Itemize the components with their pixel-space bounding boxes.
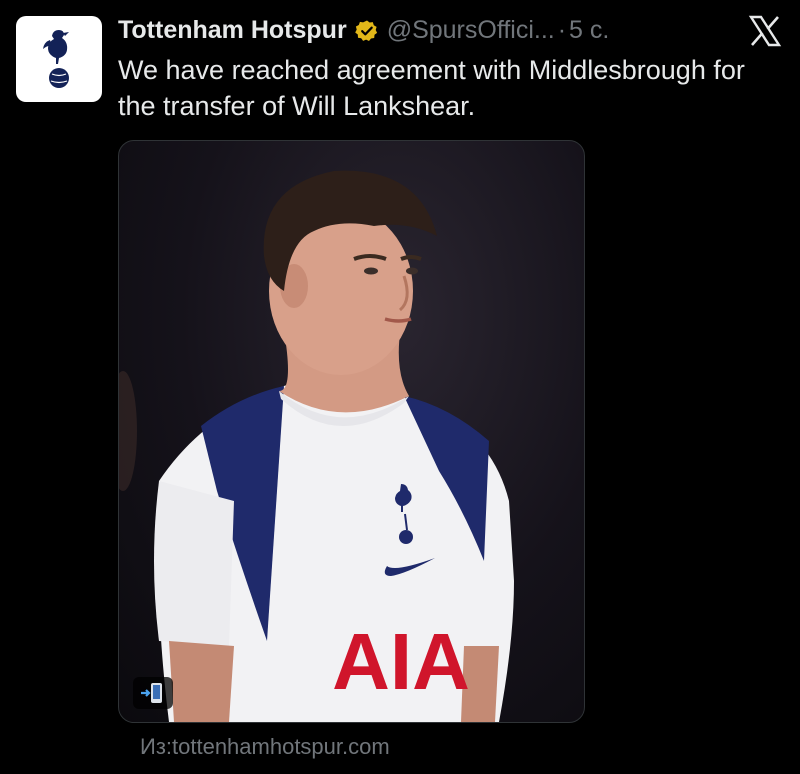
display-name[interactable]: Tottenham Hotspur — [118, 16, 347, 45]
phone-arrow-icon[interactable] — [133, 677, 173, 709]
gold-verified-badge-icon[interactable] — [354, 19, 379, 43]
separator-dot: · — [557, 15, 567, 44]
source-link[interactable]: Из:tottenhamhotspur.com — [140, 734, 390, 760]
user-handle[interactable]: @SpursOffici... — [387, 16, 555, 45]
shirt-sponsor: AIA — [332, 617, 470, 706]
tweet-text: We have reached agreement with Middlesbr… — [118, 55, 745, 121]
tweet-header: Tottenham Hotspur @SpursOffici... · 5 с. — [118, 12, 800, 48]
x-logo-icon[interactable] — [748, 14, 782, 48]
timestamp[interactable]: 5 с. — [569, 16, 609, 45]
avatar[interactable] — [16, 16, 102, 102]
player-photo: AIA — [119, 170, 514, 722]
tweet-media-image[interactable]: AIA — [118, 140, 585, 723]
spurs-crest-icon — [43, 30, 69, 88]
